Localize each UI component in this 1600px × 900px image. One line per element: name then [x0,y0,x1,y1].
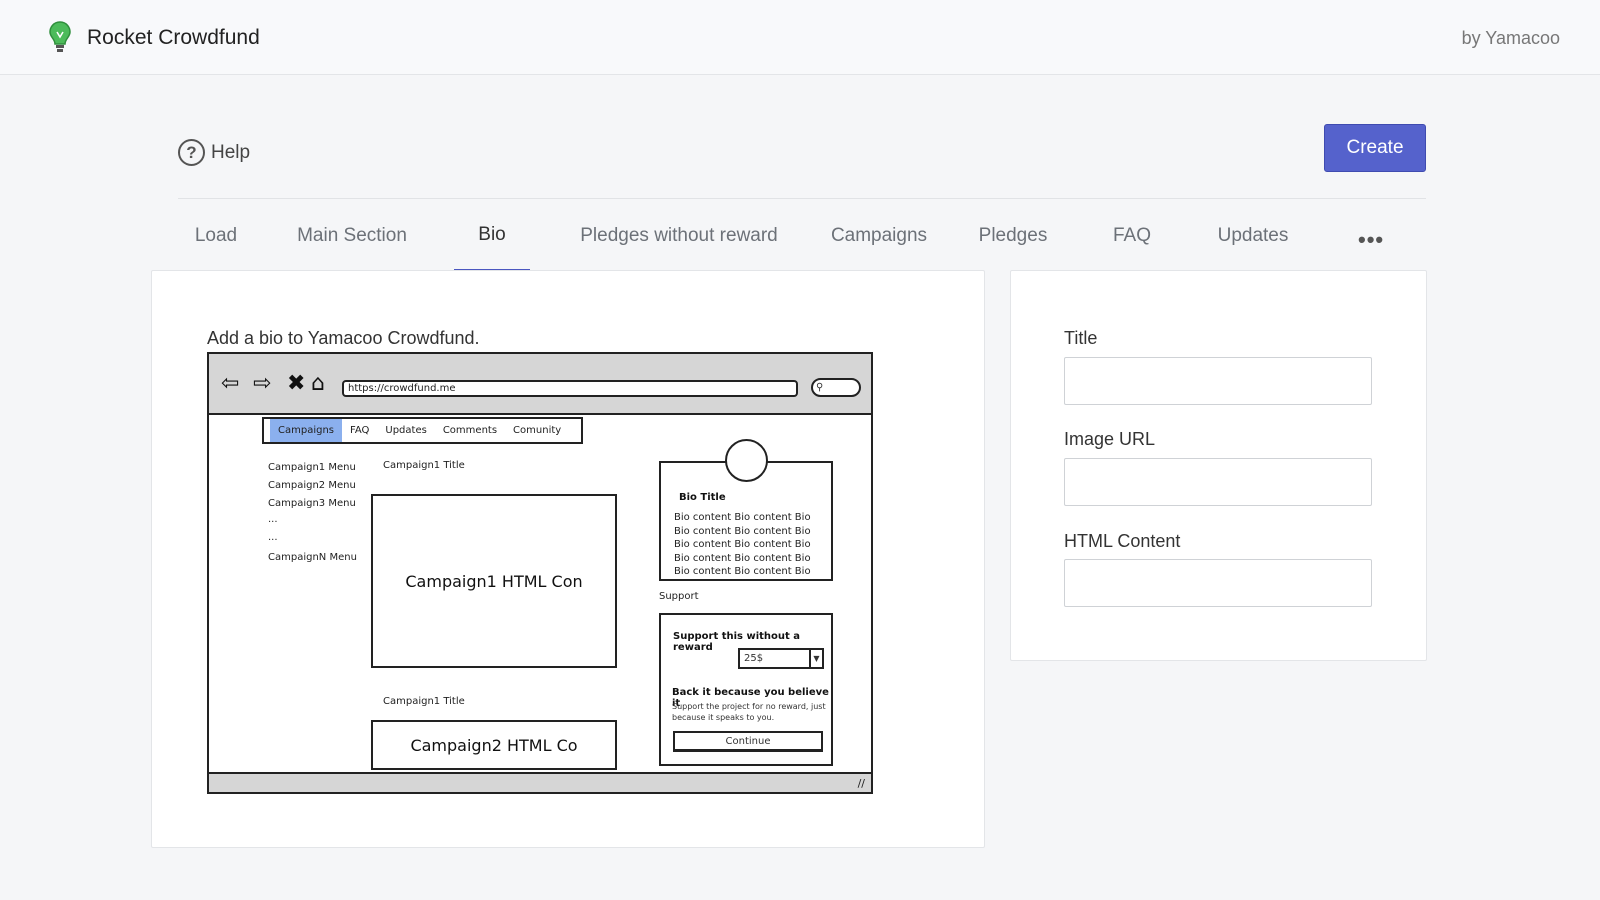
wireframe-tabs: Campaigns FAQ Updates Comments Comunity [262,417,583,444]
wireframe-campaign-box: Campaign2 HTML Co [371,720,617,770]
wireframe-support-card: Support this without a reward 25$ ▼ Back… [659,613,833,766]
wireframe-campaign-title: Campaign1 Title [383,460,465,471]
help-label: Help [211,141,251,163]
wireframe-footer: // [209,772,871,792]
title-label: Title [1064,328,1098,348]
search-icon: ⚲ [811,378,861,397]
tab-main-section[interactable]: Main Section [286,200,418,272]
wireframe-campaign-box: Campaign1 HTML Con [371,494,617,668]
wireframe-campaign-title: Campaign1 Title [383,696,465,707]
create-button[interactable]: Create [1324,124,1426,172]
wireframe-menu-item: Campaign2 Menu [268,480,356,491]
wireframe-menu-item: ... [268,532,278,543]
top-bar: Rocket Crowdfund by Yamacoo [0,0,1600,75]
wireframe-tab: Comunity [513,425,562,436]
image-url-field[interactable] [1064,458,1372,506]
divider [178,198,1426,199]
app-title: Rocket Crowdfund [87,26,260,49]
resize-handle-icon: // [857,777,865,790]
bio-preview-panel: Add a bio to Yamacoo Crowdfund. ⇦ ⇨ ✖ ⌂ … [151,270,985,848]
more-tabs-icon[interactable]: ••• [1358,227,1384,253]
tab-updates[interactable]: Updates [1204,200,1302,272]
tab-load[interactable]: Load [178,200,254,272]
bio-form-panel: Title Image URL HTML Content [1010,270,1427,661]
wireframe-menu-item: Campaign3 Menu [268,498,356,509]
avatar [725,439,768,482]
tab-pledges-without-reward[interactable]: Pledges without reward [570,200,788,272]
html-content-field[interactable] [1064,559,1372,607]
wireframe-toolbar: ⇦ ⇨ ✖ ⌂ https://crowdfund.me ⚲ [209,354,871,415]
image-url-label: Image URL [1064,429,1156,449]
wireframe-amount-value: 25$ [744,653,764,664]
wireframe-tab: Updates [385,425,427,436]
wireframe-continue-button: Continue [673,731,823,752]
bio-wireframe-image: ⇦ ⇨ ✖ ⌂ https://crowdfund.me ⚲ Campaigns… [207,352,873,794]
byline: by Yamacoo [1461,28,1560,48]
wireframe-menu-item: CampaignN Menu [268,552,357,563]
html-content-label: HTML Content [1064,531,1181,551]
wireframe-tab: FAQ [350,425,370,436]
wireframe-back-description: Support the project for no reward, just … [672,702,826,722]
lightbulb-icon [49,21,71,52]
wireframe-menu-item: Campaign1 Menu [268,462,356,473]
wireframe-amount-select: 25$ ▼ [738,648,824,669]
title-field[interactable] [1064,357,1372,405]
forward-arrow-icon: ⇨ [253,371,272,396]
wireframe-bio-content: Bio content Bio content Bio Bio content … [674,512,811,577]
wireframe-menu-item: ... [268,514,278,525]
tab-pledges[interactable]: Pledges [968,200,1058,272]
wireframe-tab: Campaigns [270,419,343,442]
wireframe-support-label: Support [659,591,699,602]
tab-bio[interactable]: Bio [454,200,530,272]
back-arrow-icon: ⇦ [221,371,240,396]
question-circle-icon: ? [178,139,205,166]
close-icon: ✖ [287,371,306,396]
help-link[interactable]: ? Help [178,139,250,166]
intro-text: Add a bio to Yamacoo Crowdfund. [207,328,480,348]
tab-campaigns[interactable]: Campaigns [824,200,934,272]
home-icon: ⌂ [311,371,325,396]
tab-faq[interactable]: FAQ [1100,200,1164,272]
wireframe-url: https://crowdfund.me [342,380,798,397]
wireframe-bio-title: Bio Title [679,492,726,503]
chevron-down-icon: ▼ [809,650,822,667]
wireframe-tab: Comments [442,425,498,436]
